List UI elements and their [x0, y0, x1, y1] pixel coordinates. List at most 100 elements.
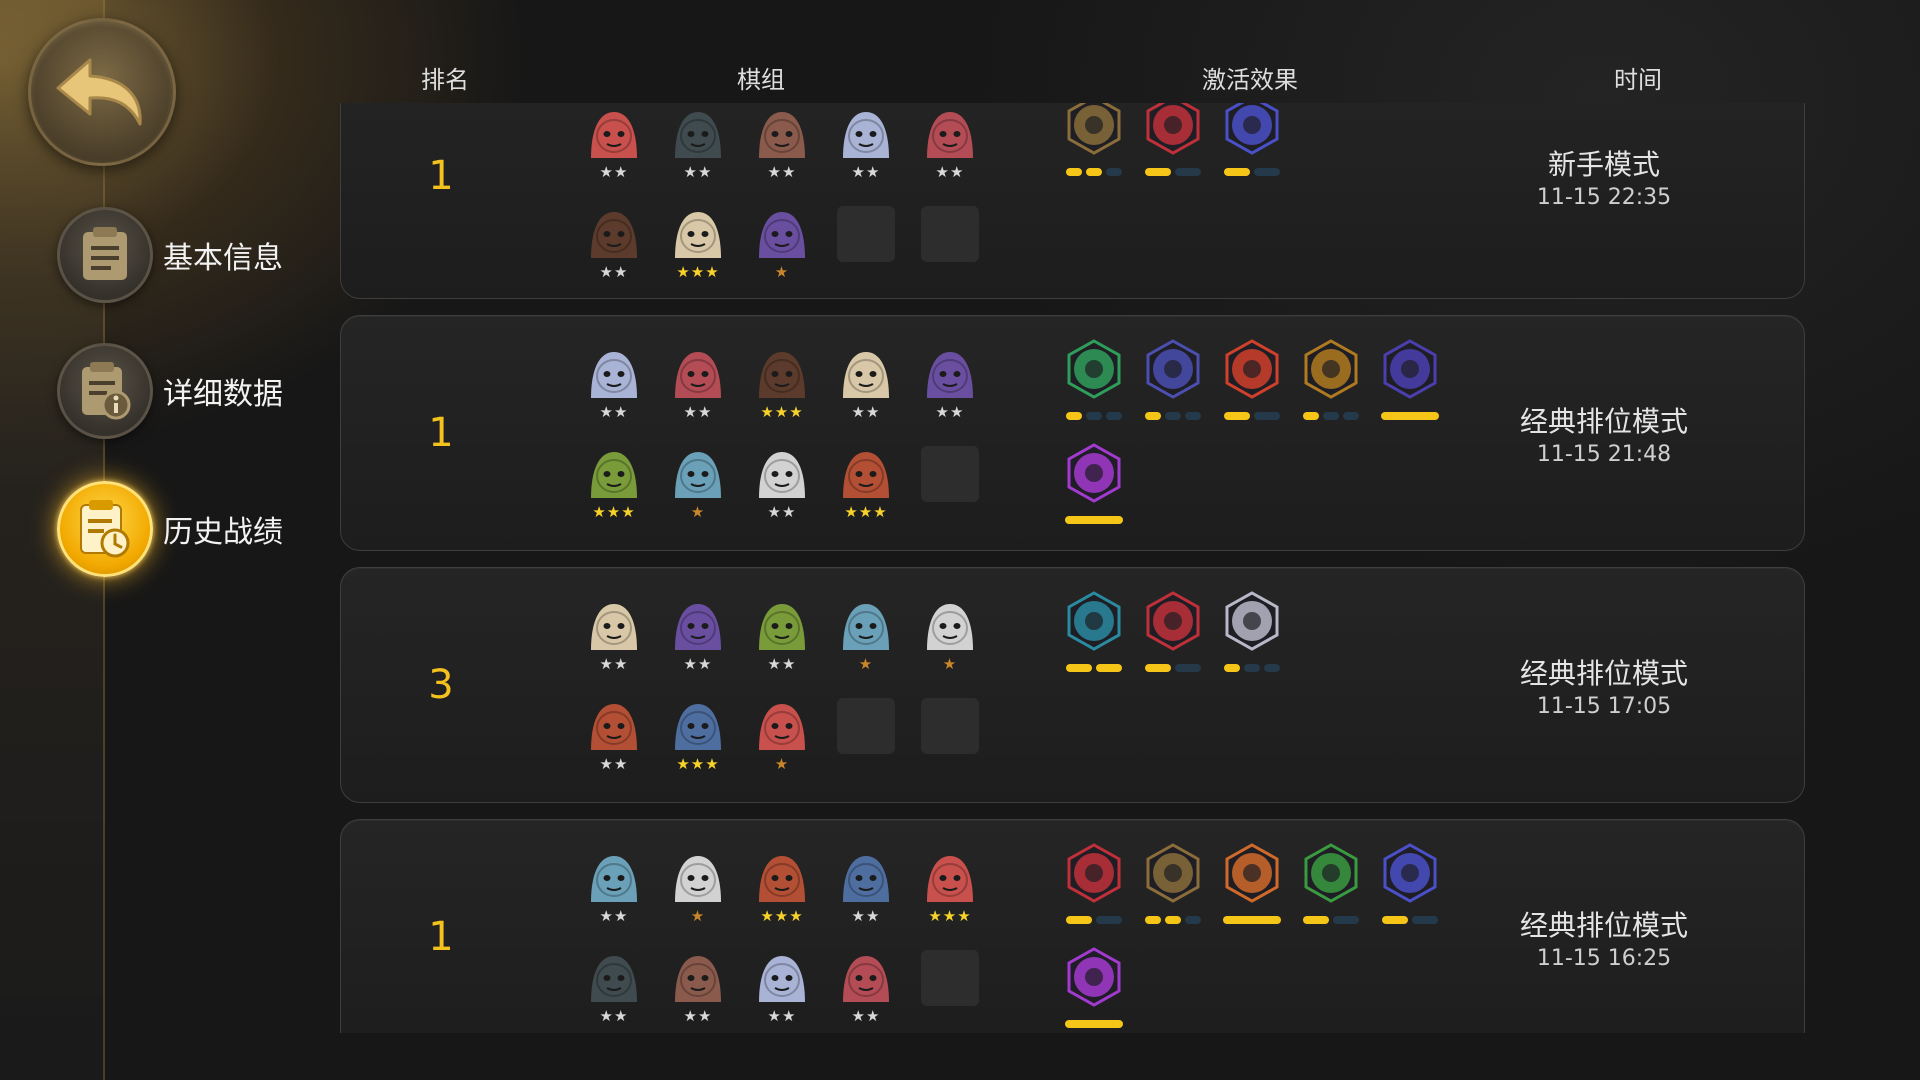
hero-piece[interactable]: ★★	[585, 698, 643, 776]
synergy-level-bar	[1086, 412, 1102, 420]
hero-piece[interactable]: ★★★	[669, 698, 727, 776]
hero-piece[interactable]: ★★★	[585, 446, 643, 524]
empty-hero-slot	[921, 698, 979, 754]
hero-piece[interactable]: ★	[837, 598, 895, 676]
synergy-level-bar	[1165, 412, 1181, 420]
synergy-effect[interactable]	[1063, 103, 1125, 176]
tribal-girl-hero-icon	[585, 698, 643, 754]
hero-stars: ★★	[599, 263, 629, 281]
masked-assassin-hero-icon	[753, 106, 811, 162]
synergy-level-bar	[1145, 168, 1171, 176]
match-row[interactable]: 3 ★★ ★★ ★★ ★ ★ ★★ ★★★ ★ 经典排位模式 11-15 17:…	[340, 567, 1805, 803]
synergy-level-bar	[1175, 168, 1201, 176]
synergy-effect[interactable]	[1142, 338, 1204, 420]
synergy-effect[interactable]	[1300, 338, 1362, 420]
hero-piece[interactable]: ★★	[753, 446, 811, 524]
hero-piece[interactable]: ★★	[837, 950, 895, 1028]
match-rank: 1	[428, 410, 454, 456]
synergy-effect[interactable]	[1063, 442, 1125, 524]
table-header: 排名 棋组 激活效果 时间	[0, 60, 1920, 96]
synergy-level-bar	[1303, 412, 1319, 420]
match-row[interactable]: 1 ★★	[340, 819, 1805, 1033]
hero-piece[interactable]: ★★	[585, 206, 643, 284]
wizard-hat-emblem-icon	[1383, 339, 1437, 399]
synergy-effect[interactable]	[1221, 338, 1283, 420]
hero-piece[interactable]: ★★★	[921, 850, 979, 928]
green-eye-robot-hero-icon	[669, 106, 727, 162]
hero-stars: ★★	[683, 163, 713, 181]
hero-piece[interactable]: ★★	[753, 950, 811, 1028]
synergy-effect[interactable]	[1063, 946, 1125, 1028]
synergy-effect[interactable]	[1142, 590, 1204, 672]
synergy-effect[interactable]	[1063, 338, 1125, 420]
synergy-level-bar	[1323, 412, 1339, 420]
hero-piece[interactable]: ★★	[585, 346, 643, 424]
empty-hero-slot	[837, 206, 895, 262]
hero-stars: ★	[858, 655, 874, 673]
hero-piece[interactable]: ★★	[921, 106, 979, 184]
synergy-level	[1063, 916, 1125, 924]
hero-piece[interactable]: ★★	[837, 346, 895, 424]
hero-piece[interactable]: ★★	[669, 346, 727, 424]
hero-stars: ★★	[935, 403, 965, 421]
header-lineup: 棋组	[737, 66, 785, 94]
hero-stars: ★★★	[592, 503, 636, 521]
hero-piece[interactable]: ★	[669, 850, 727, 928]
blue-visor-robot-hero-icon	[837, 598, 895, 654]
stone-golem-hero-icon	[921, 346, 979, 402]
hero-piece[interactable]: ★★	[921, 346, 979, 424]
orange-viking-emblem-icon	[1225, 843, 1279, 903]
synergy-level-bar	[1412, 916, 1438, 924]
hero-piece[interactable]: ★★	[585, 950, 643, 1028]
synergy-effect[interactable]	[1221, 590, 1283, 672]
hero-piece[interactable]: ★	[753, 698, 811, 776]
hero-piece[interactable]: ★★	[837, 106, 895, 184]
hero-piece[interactable]: ★★★	[753, 850, 811, 928]
hero-piece[interactable]: ★★★	[753, 346, 811, 424]
header-rank: 排名	[421, 66, 469, 94]
hero-piece[interactable]: ★★	[753, 598, 811, 676]
synergy-effect[interactable]	[1063, 842, 1125, 924]
synergy-effect[interactable]	[1063, 590, 1125, 672]
synergy-level	[1300, 916, 1362, 924]
hero-piece[interactable]: ★	[921, 598, 979, 676]
synergy-effect[interactable]	[1221, 842, 1283, 924]
synergy-level-bar	[1223, 916, 1281, 924]
hero-piece[interactable]: ★★	[669, 106, 727, 184]
synergy-effect[interactable]	[1142, 103, 1204, 176]
synergy-effect[interactable]	[1379, 338, 1441, 420]
green-paw-emblem-icon	[1067, 339, 1121, 399]
white-person-emblem-icon	[1225, 591, 1279, 651]
orc-helmet-hero-icon	[753, 346, 811, 402]
synergy-level-bar	[1333, 916, 1359, 924]
synergy-level-bar	[1254, 168, 1280, 176]
synergy-level-bar	[1185, 916, 1201, 924]
hero-piece[interactable]: ★★	[837, 850, 895, 928]
hero-stars: ★★	[599, 755, 629, 773]
match-mode: 经典排位模式	[1519, 656, 1688, 690]
hero-piece[interactable]: ★★	[585, 598, 643, 676]
synergy-level-bar	[1086, 168, 1102, 176]
hero-piece[interactable]: ★★	[669, 950, 727, 1028]
hero-piece[interactable]: ★★★	[837, 446, 895, 524]
feather-chief-hero-icon	[669, 446, 727, 502]
synergy-effect[interactable]	[1142, 842, 1204, 924]
hero-piece[interactable]: ★★★	[669, 206, 727, 284]
match-row[interactable]: 1 ★★	[340, 103, 1805, 299]
hero-stars: ★★	[599, 907, 629, 925]
hero-piece[interactable]: ★★	[585, 850, 643, 928]
match-list[interactable]: 1 ★★ ★★ ★★ ★★ ★★ ★★ ★★★ ★ 新手模式 11-15 22:…	[0, 103, 1920, 1033]
gear-emblem-icon	[1304, 339, 1358, 399]
hero-piece[interactable]: ★	[669, 446, 727, 524]
hero-piece[interactable]: ★★	[669, 598, 727, 676]
match-mode: 新手模式	[1547, 147, 1660, 181]
match-row[interactable]: 1 ★★	[340, 315, 1805, 551]
hero-piece[interactable]: ★★	[585, 106, 643, 184]
synergy-effect[interactable]	[1221, 103, 1283, 176]
synergy-effect[interactable]	[1300, 842, 1362, 924]
synergy-level	[1300, 412, 1362, 420]
synergy-level	[1379, 412, 1441, 420]
synergy-effect[interactable]	[1379, 842, 1441, 924]
hero-piece[interactable]: ★★	[753, 106, 811, 184]
hero-piece[interactable]: ★	[753, 206, 811, 284]
